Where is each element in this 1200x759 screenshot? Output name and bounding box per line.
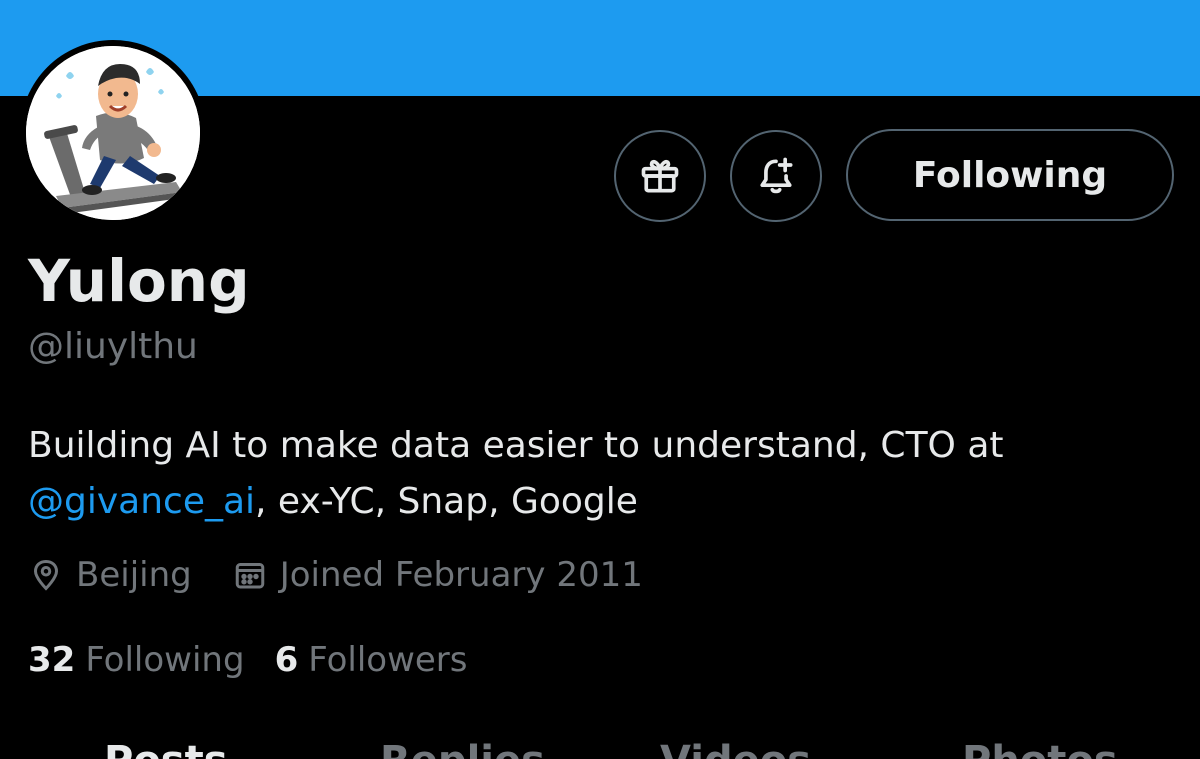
following-button[interactable]: Following (846, 129, 1174, 221)
following-label: Following (85, 640, 245, 680)
profile-stats: 32 Following 6 Followers (28, 636, 468, 684)
notify-button[interactable] (730, 130, 822, 222)
location-text: Beijing (76, 555, 192, 595)
display-name: Yulong (28, 247, 250, 315)
avatar[interactable] (20, 40, 206, 226)
bio-text-rest: , ex-YC, Snap, Google (255, 481, 638, 522)
following-stat[interactable]: 32 Following (28, 636, 245, 684)
following-count: 32 (28, 640, 76, 680)
location-pin-icon (33, 559, 59, 591)
gift-button[interactable] (614, 130, 706, 222)
bio-text: Building AI to make data easier to under… (28, 425, 1004, 466)
tab-posts[interactable]: Posts (104, 736, 228, 759)
profile-meta: Beijing Joined February 2011 (28, 551, 643, 599)
avatar-image (26, 46, 200, 220)
followers-count: 6 (274, 640, 299, 680)
user-handle: @liuylthu (28, 326, 198, 367)
tab-replies[interactable]: Replies (380, 736, 545, 759)
bio-mention-link[interactable]: @givance_ai (28, 481, 255, 522)
profile-tabs: Posts Replies Videos Photos (0, 736, 1200, 759)
profile-page: Following Yulong @liuylthu Building AI t… (0, 0, 1200, 759)
gift-icon (641, 159, 679, 193)
joined-text: Joined February 2011 (279, 555, 643, 595)
bell-plus-icon (760, 157, 793, 194)
tab-photos[interactable]: Photos (962, 736, 1118, 759)
profile-bio: Building AI to make data easier to under… (28, 418, 1128, 530)
following-button-label: Following (912, 154, 1108, 196)
calendar-icon (235, 563, 264, 589)
followers-stat[interactable]: 6 Followers (275, 636, 468, 684)
followers-label: Followers (308, 640, 468, 680)
joined-item: Joined February 2011 (232, 551, 643, 599)
tab-videos[interactable]: Videos (660, 736, 811, 759)
location-item: Beijing (28, 551, 192, 599)
avatar-illustration (26, 46, 200, 220)
